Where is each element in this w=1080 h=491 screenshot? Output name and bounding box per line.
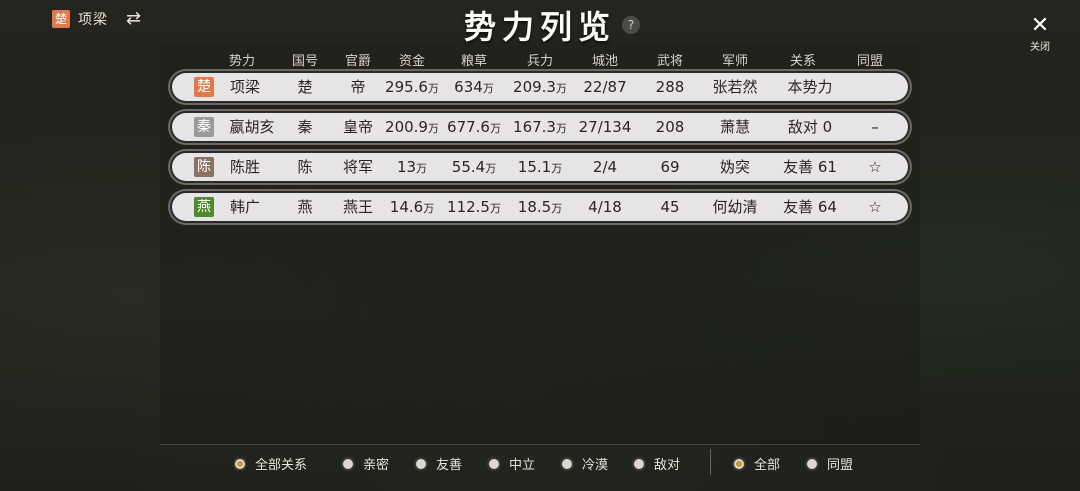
faction-chip: 燕 [194, 197, 214, 217]
table-row[interactable]: 楚 项梁 楚 帝 295.6万 634万 209.3万 22/87 288 张若… [172, 73, 908, 101]
advisor: 萧慧 [719, 118, 751, 136]
radio-icon [732, 456, 746, 471]
col-generals: 武将 [656, 54, 684, 69]
radio-icon [414, 456, 428, 471]
cities: 27/134 [578, 118, 632, 136]
col-faction: 势力 [228, 54, 256, 69]
rank: 燕王 [342, 198, 374, 216]
grain: 55.4万 [451, 158, 497, 176]
col-cities: 城池 [591, 54, 619, 69]
relation: 敌对 0 [787, 118, 833, 136]
state-name: 陈 [297, 158, 313, 176]
state-name: 秦 [297, 118, 313, 136]
radio-icon [487, 456, 501, 471]
col-alliance: 同盟 [856, 54, 884, 69]
filter-separator [710, 449, 711, 475]
radio-icon [233, 456, 247, 471]
generals: 69 [660, 158, 680, 176]
funds: 14.6万 [389, 198, 435, 216]
divider [160, 444, 920, 445]
filter-allied[interactable]: 同盟 [805, 454, 853, 473]
generals: 45 [660, 198, 680, 216]
filter-hostile[interactable]: 敌对 [632, 454, 680, 473]
state-name: 楚 [297, 78, 313, 96]
faction-name: 嬴胡亥 [229, 118, 275, 136]
table-row[interactable]: 秦 嬴胡亥 秦 皇帝 200.9万 677.6万 167.3万 27/134 2… [172, 113, 908, 141]
troops: 15.1万 [517, 158, 563, 176]
radio-icon [632, 456, 646, 471]
faction-name: 陈胜 [229, 158, 261, 176]
filter-friendly[interactable]: 友善 [414, 454, 462, 473]
rank: 帝 [350, 78, 366, 96]
help-icon[interactable]: ? [622, 16, 640, 34]
rank: 将军 [342, 158, 374, 176]
faction-chip: 楚 [194, 77, 214, 97]
star-icon[interactable]: ☆ [868, 153, 881, 181]
rank: 皇帝 [342, 118, 374, 136]
close-button[interactable]: ✕ 关闭 [1018, 14, 1062, 60]
advisor: 妫突 [719, 158, 751, 176]
col-troops: 兵力 [526, 54, 554, 69]
relation: 本势力 [787, 78, 833, 96]
relation: 友善 64 [783, 198, 837, 216]
filter-bar: 全部关系 亲密 友善 中立 冷漠 敌对 全部 同盟 [0, 454, 1080, 476]
filter-label: 亲密 [363, 458, 390, 473]
troops: 167.3万 [513, 118, 567, 136]
close-label: 关闭 [1030, 42, 1050, 53]
col-funds: 资金 [398, 54, 426, 69]
troops: 209.3万 [513, 78, 567, 96]
funds: 295.6万 [385, 78, 439, 96]
cities: 4/18 [588, 198, 622, 216]
close-icon: ✕ [1030, 13, 1050, 38]
grain: 634万 [454, 78, 494, 96]
filter-label: 全部 [754, 458, 781, 473]
table-row[interactable]: 燕 韩广 燕 燕王 14.6万 112.5万 18.5万 4/18 45 何幼清… [172, 193, 908, 221]
radio-icon [560, 456, 574, 471]
alliance: – [871, 118, 879, 136]
faction-chip: 秦 [194, 117, 214, 137]
page-title: 势力列览 [463, 8, 616, 46]
col-state: 国号 [291, 54, 319, 69]
star-icon[interactable]: ☆ [868, 193, 881, 221]
troops: 18.5万 [517, 198, 563, 216]
filter-cold[interactable]: 冷漠 [560, 454, 608, 473]
filter-label: 全部关系 [255, 458, 308, 473]
table-header: 势力 国号 官爵 资金 粮草 兵力 城池 武将 军师 关系 同盟 [172, 50, 908, 70]
filter-label: 同盟 [827, 458, 854, 473]
table-row[interactable]: 陈 陈胜 陈 将军 13万 55.4万 15.1万 2/4 69 妫突 友善 6… [172, 153, 908, 181]
filter-intimate[interactable]: 亲密 [341, 454, 389, 473]
advisor: 张若然 [712, 78, 758, 96]
faction-list-panel [160, 45, 920, 445]
filter-all-alliances[interactable]: 全部 [732, 454, 780, 473]
faction-name: 韩广 [229, 198, 261, 216]
col-relation: 关系 [789, 54, 817, 69]
grain: 677.6万 [447, 118, 501, 136]
filter-all-relations[interactable]: 全部关系 [233, 454, 307, 473]
state-name: 燕 [297, 198, 313, 216]
funds: 13万 [396, 158, 428, 176]
relation: 友善 61 [783, 158, 837, 176]
filter-neutral[interactable]: 中立 [487, 454, 535, 473]
grain: 112.5万 [447, 198, 501, 216]
generals: 288 [655, 78, 685, 96]
radio-icon [805, 456, 819, 471]
col-advisor: 军师 [721, 54, 749, 69]
filter-label: 中立 [509, 458, 536, 473]
cities: 2/4 [592, 158, 618, 176]
generals: 208 [655, 118, 685, 136]
col-grain: 粮草 [460, 54, 488, 69]
funds: 200.9万 [385, 118, 439, 136]
advisor: 何幼清 [712, 198, 758, 216]
faction-chip: 陈 [194, 157, 214, 177]
filter-label: 敌对 [654, 458, 681, 473]
filter-label: 友善 [436, 458, 463, 473]
cities: 22/87 [583, 78, 627, 96]
col-rank: 官爵 [344, 54, 372, 69]
faction-name: 项梁 [229, 78, 261, 96]
filter-label: 冷漠 [582, 458, 609, 473]
radio-icon [341, 456, 355, 471]
